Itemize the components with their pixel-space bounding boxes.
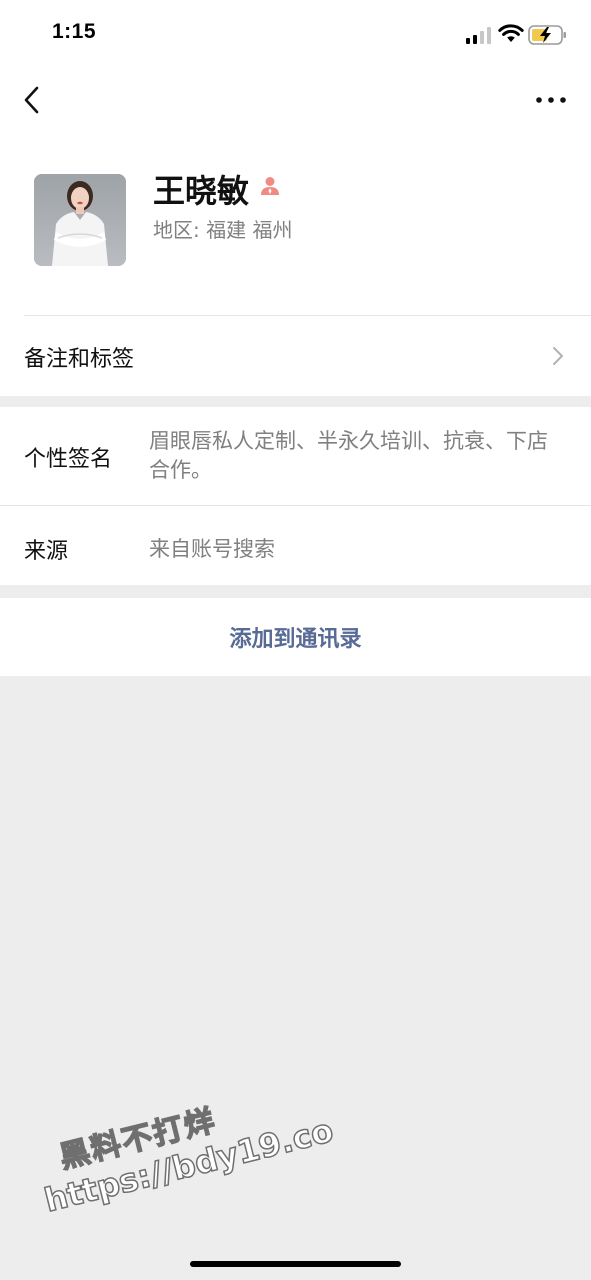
remarks-label: 备注和标签 bbox=[24, 347, 135, 372]
profile-header-area: 1:15 王晓敏 地区: 福建 福州 备注和标签 bbox=[0, 0, 591, 396]
source-label: 来源 bbox=[24, 539, 69, 564]
avatar[interactable] bbox=[34, 174, 126, 266]
watermark: 黑料不打烊 https://bdy19.co bbox=[30, 1068, 338, 1220]
region-info: 地区: 福建 福州 bbox=[153, 214, 292, 243]
signature-label: 个性签名 bbox=[24, 447, 113, 472]
region-value: 福建 福州 bbox=[206, 218, 293, 242]
profile-name: 王晓敏 bbox=[153, 172, 250, 210]
info-card: 个性签名 眉眼唇私人定制、半永久培训、抗衰、下店合作。 来源 来自账号搜索 bbox=[0, 407, 591, 585]
divider bbox=[0, 505, 591, 506]
add-to-contacts-button[interactable]: 添加到通讯录 bbox=[0, 598, 591, 676]
home-indicator[interactable] bbox=[190, 1261, 401, 1267]
status-time: 1:15 bbox=[52, 20, 97, 43]
cellular-signal-icon bbox=[466, 27, 491, 44]
wifi-icon bbox=[498, 24, 524, 42]
contact-person-icon bbox=[261, 177, 279, 195]
back-button[interactable] bbox=[18, 84, 48, 116]
remarks-and-tags-row[interactable]: 备注和标签 bbox=[0, 316, 591, 394]
more-options-button[interactable] bbox=[534, 90, 568, 110]
battery-charging-icon bbox=[528, 25, 566, 45]
add-contact-card: 添加到通讯录 bbox=[0, 598, 591, 676]
chevron-right-icon bbox=[553, 347, 563, 365]
source-value: 来自账号搜索 bbox=[149, 537, 275, 561]
region-label: 地区: bbox=[153, 218, 200, 242]
avatar-image bbox=[34, 174, 126, 266]
signature-value: 眉眼唇私人定制、半永久培训、抗衰、下店合作。 bbox=[149, 429, 548, 482]
